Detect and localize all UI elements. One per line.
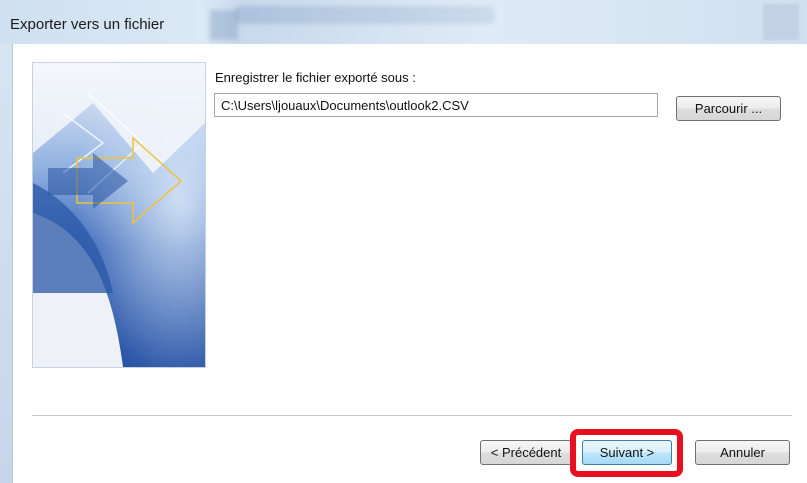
blurred-background-icon (210, 10, 238, 40)
window-title: Exporter vers un fichier (10, 16, 165, 33)
blurred-window-control (763, 4, 799, 40)
save-as-label: Enregistrer le fichier exporté sous : (215, 70, 416, 85)
next-button[interactable]: Suivant > (582, 440, 672, 465)
previous-button[interactable]: < Précédent (480, 440, 572, 465)
footer-separator (32, 415, 792, 417)
title-bar: Exporter vers un fichier (0, 0, 807, 45)
background-window-edge (0, 44, 12, 483)
blurred-background-text (235, 6, 495, 24)
file-path-input[interactable] (214, 93, 658, 117)
browse-button[interactable]: Parcourir ... (676, 96, 781, 121)
cancel-button[interactable]: Annuler (695, 440, 790, 465)
wizard-banner-image (32, 62, 206, 368)
